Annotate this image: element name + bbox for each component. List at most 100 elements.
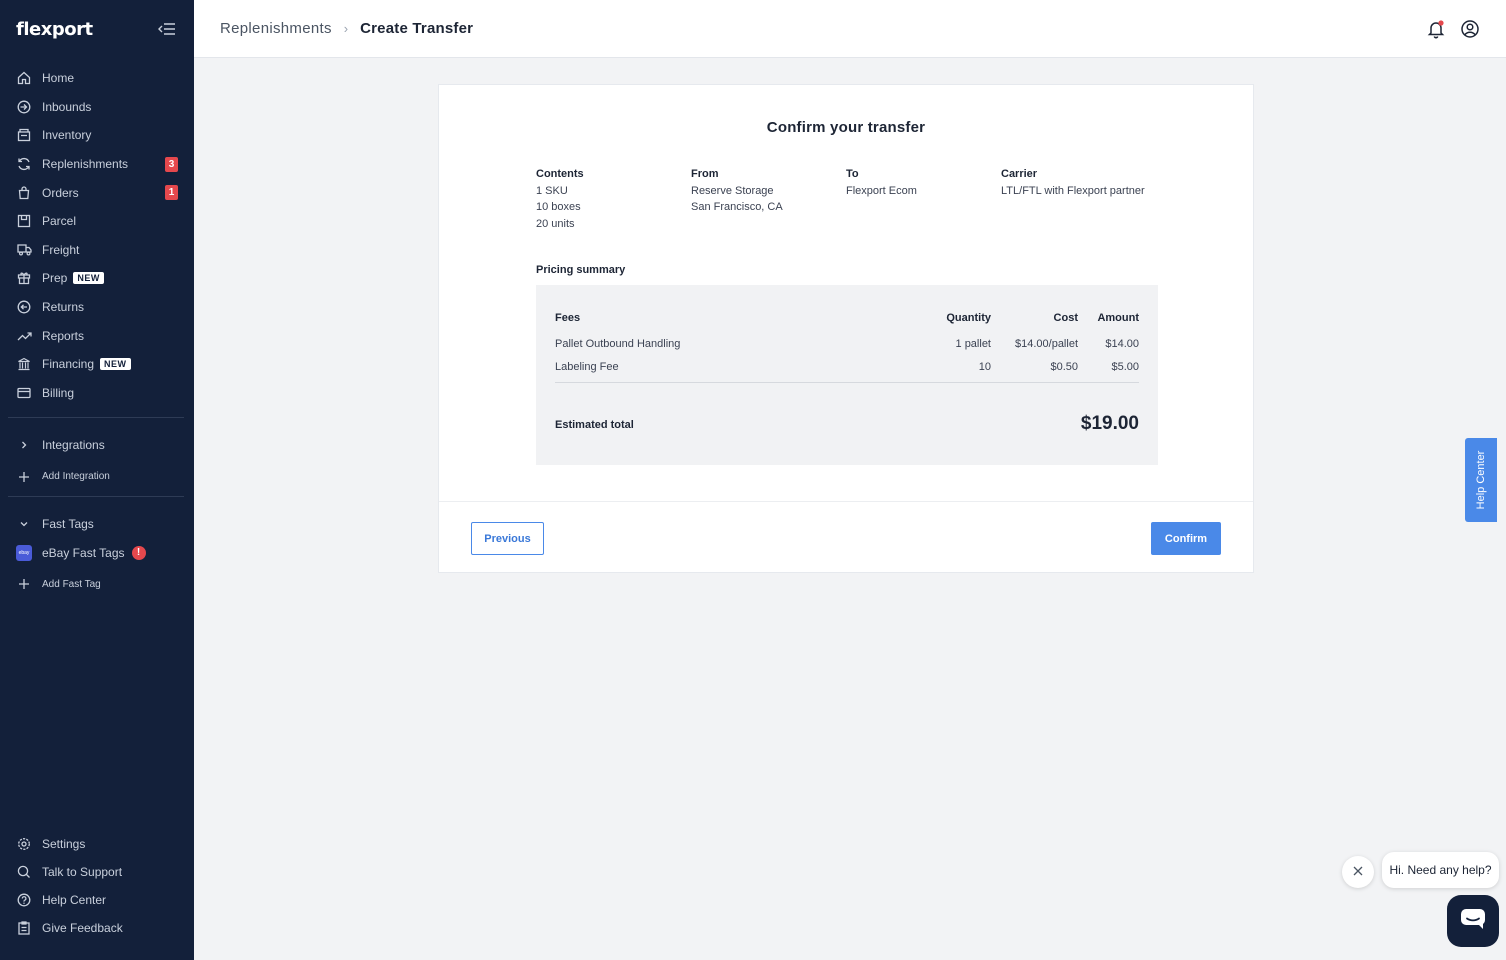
chat-icon [1460,908,1486,935]
fee-quantity: 10 [978,361,991,373]
sidebar-item-inventory[interactable]: Inventory [0,121,194,150]
fee-amount: $5.00 [1111,361,1139,373]
page-title: Create Transfer [360,20,474,37]
support-icon [16,864,32,880]
confirm-button[interactable]: Confirm [1151,522,1221,555]
sidebar-item-label: Inbounds [42,99,92,114]
chat-close-button[interactable] [1342,856,1374,888]
chat-prompt-bubble[interactable]: Hi. Need any help? [1382,852,1499,888]
from-label: From [691,168,719,180]
add-fast-tag-link[interactable]: Add Fast Tag [0,570,194,599]
notification-bell-icon[interactable] [1426,19,1446,39]
help-center-tab[interactable]: Help Center [1465,438,1497,522]
sidebar-item-parcel[interactable]: Parcel [0,207,194,236]
flexport-logo[interactable]: flexport [16,19,93,40]
carrier-section: Carrier LTL/FTL with Flexport partner [1001,166,1145,199]
chevron-down-icon [16,516,32,532]
help-icon [16,892,32,908]
sidebar-bottom-nav: Settings Talk to Support Help Center Giv… [0,830,194,942]
sidebar-item-financing[interactable]: Financing NEW [0,350,194,379]
add-integration-link[interactable]: Add Integration [0,463,194,492]
from-line: San Francisco, CA [691,201,783,213]
feedback-icon [16,920,32,936]
fee-name: Pallet Outbound Handling [555,338,681,350]
column-header-quantity: Quantity [946,312,991,324]
user-account-icon[interactable] [1460,19,1480,39]
sidebar-item-label: Prep [42,271,68,286]
sidebar-item-label: Fast Tags [42,517,94,532]
sidebar-item-prep[interactable]: Prep NEW [0,264,194,293]
to-section: To Flexport Ecom [846,166,917,199]
estimated-total-value: $19.00 [1080,413,1139,434]
sidebar-item-help-center[interactable]: Help Center [0,886,194,914]
home-icon [16,70,32,86]
breadcrumb: Replenishments › Create Transfer [220,20,473,37]
inbound-icon [16,99,32,115]
parcel-icon [16,213,32,229]
sidebar-item-inbounds[interactable]: Inbounds [0,93,194,122]
sidebar-item-home[interactable]: Home [0,64,194,93]
fee-amount: $14.00 [1105,338,1139,350]
card-footer-divider [439,501,1253,502]
sidebar-item-settings[interactable]: Settings [0,830,194,858]
to-label: To [846,168,859,180]
sidebar-item-fast-tags[interactable]: Fast Tags [0,510,194,539]
truck-icon [16,242,32,258]
contents-line: 20 units [536,217,575,230]
sidebar-item-reports[interactable]: Reports [0,321,194,350]
sidebar-item-label: Add Fast Tag [42,578,101,590]
inventory-icon [16,127,32,143]
sidebar: flexport Home Inbounds Inventory Repleni… [0,0,194,960]
top-header: Replenishments › Create Transfer [194,0,1506,58]
sidebar-item-talk-to-support[interactable]: Talk to Support [0,858,194,886]
replenishments-count-badge: 3 [165,156,178,172]
fee-cost: $0.50 [1050,361,1078,373]
sidebar-item-label: Replenishments [42,157,129,172]
sidebar-header: flexport [0,0,194,58]
fee-cost: $14.00/pallet [1015,338,1078,350]
collapse-sidebar-icon[interactable] [158,22,176,36]
sidebar-item-freight[interactable]: Freight [0,236,194,265]
chat-launcher-button[interactable] [1447,895,1499,947]
sidebar-item-orders[interactable]: Orders 1 [0,178,194,207]
estimated-total-label: Estimated total [555,419,634,431]
sidebar-item-label: Home [42,71,75,86]
sidebar-item-billing[interactable]: Billing [0,379,194,408]
close-icon [1353,863,1363,881]
sidebar-item-label: Financing [42,357,95,372]
sidebar-item-label: Give Feedback [42,921,123,935]
carrier-line: LTL/FTL with Flexport partner [1001,184,1145,197]
sidebar-item-label: Orders [42,185,79,200]
fee-quantity: 1 pallet [955,338,991,350]
sidebar-item-label: Integrations [42,438,105,453]
from-line: Reserve Storage [691,184,774,197]
breadcrumb-replenishments-link[interactable]: Replenishments [220,20,332,37]
column-header-amount: Amount [1097,312,1139,324]
billing-icon [16,385,32,401]
previous-button[interactable]: Previous [471,522,544,555]
sidebar-item-replenishments[interactable]: Replenishments 3 [0,150,194,179]
gear-icon [16,836,32,852]
sidebar-item-label: Parcel [42,214,77,229]
to-line: Flexport Ecom [846,184,917,197]
sidebar-item-give-feedback[interactable]: Give Feedback [0,914,194,942]
sidebar-item-label: Help Center [42,893,107,907]
sidebar-item-label: Settings [42,837,86,851]
column-header-cost: Cost [1053,312,1078,324]
contents-line: 1 SKU [536,184,568,197]
plus-icon [16,576,32,592]
sidebar-item-returns[interactable]: Returns [0,293,194,322]
sidebar-item-label: Talk to Support [42,865,123,879]
sidebar-item-label: Billing [42,385,75,400]
sidebar-item-label: Reports [42,328,85,343]
contents-line: 10 boxes [536,201,581,213]
sidebar-item-integrations[interactable]: Integrations [0,431,194,460]
sidebar-nav: Home Inbounds Inventory Replenishments 3… [0,64,194,407]
sidebar-item-ebay-fast-tags[interactable]: ebay eBay Fast Tags ! [0,539,194,568]
sidebar-item-label: Inventory [42,128,92,143]
new-badge: NEW [73,272,104,285]
column-header-fees: Fees [555,312,581,324]
orders-icon [16,185,32,201]
header-actions [1426,19,1480,39]
plus-icon [16,469,32,485]
